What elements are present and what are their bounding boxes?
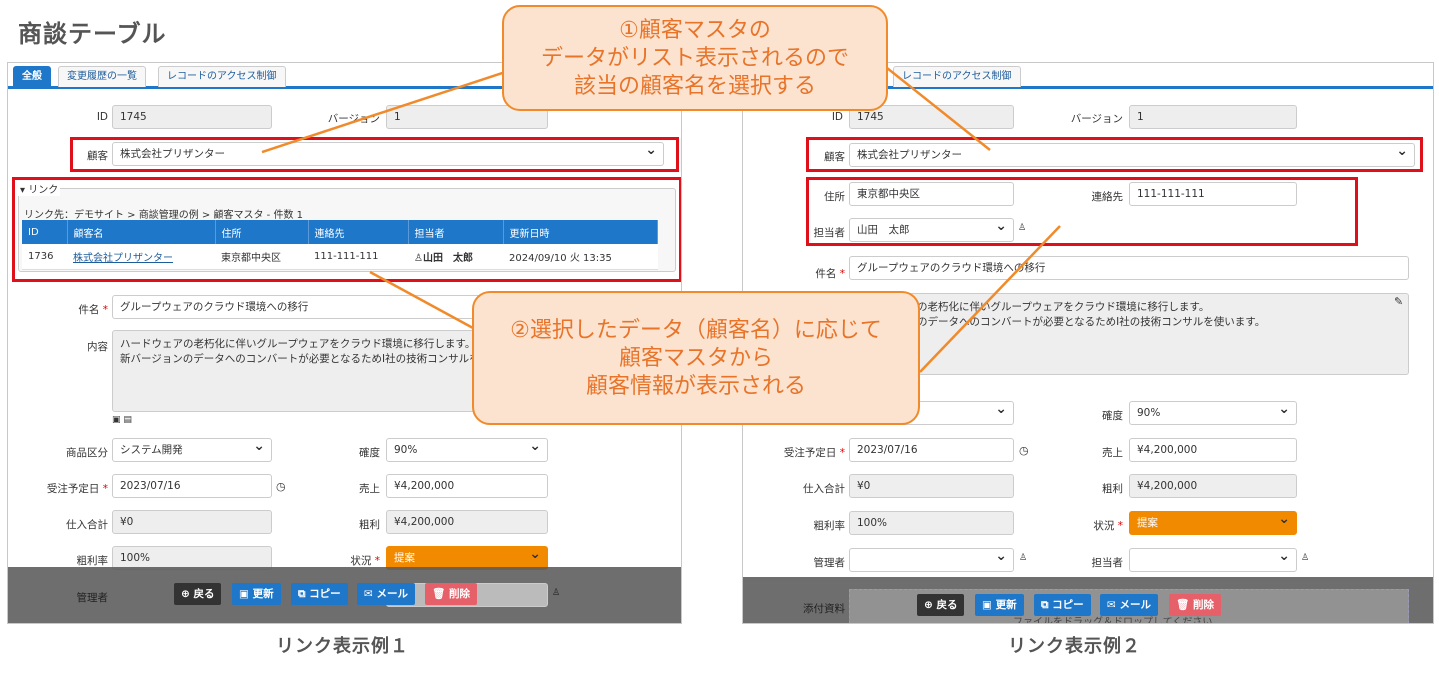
callout-select-customer: ①顧客マスタの データがリスト表示されるので 該当の顧客名を選択する bbox=[502, 5, 888, 111]
caption-right: リンク表示例２ bbox=[1008, 636, 1141, 657]
callout-2-line-3: 顧客情報が表示される bbox=[585, 374, 806, 399]
callout-2-line-2: 顧客マスタから bbox=[618, 346, 773, 371]
callout-1-line-1: ①顧客マスタの bbox=[619, 18, 771, 43]
callout-1-line-3: 該当の顧客名を選択する bbox=[573, 74, 816, 99]
callout-show-customer-info: ②選択したデータ（顧客名）に応じて 顧客マスタから 顧客情報が表示される bbox=[472, 291, 920, 425]
callout-1-line-2: データがリスト表示されるので bbox=[540, 46, 849, 71]
connector-line-3 bbox=[369, 270, 485, 336]
callout-2-line-1: ②選択したデータ（顧客名）に応じて bbox=[510, 318, 882, 343]
caption-left: リンク表示例１ bbox=[276, 636, 409, 657]
connector-line-2 bbox=[881, 63, 991, 151]
connector-line-4 bbox=[919, 225, 1061, 373]
